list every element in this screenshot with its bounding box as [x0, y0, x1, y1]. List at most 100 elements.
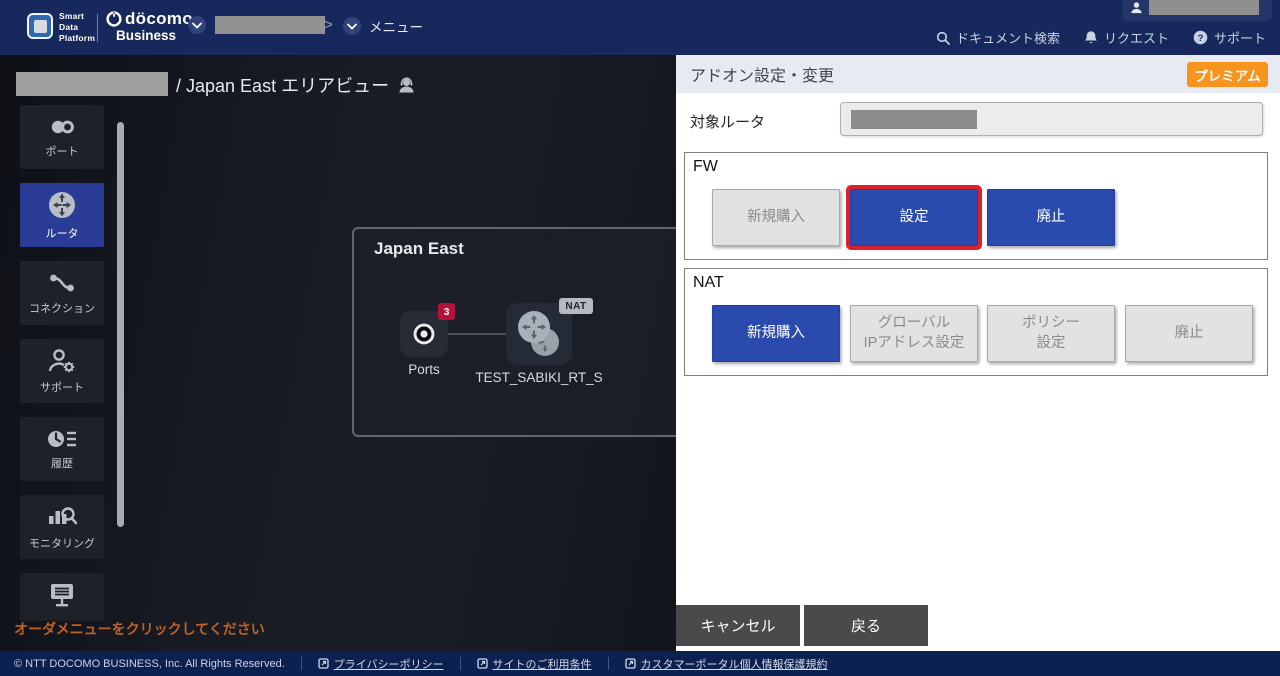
redacted-tenant-name — [215, 16, 325, 34]
nat-new-purchase-button[interactable]: 新規購入 — [712, 305, 840, 362]
view-title-text: / Japan East エリアビュー — [176, 72, 389, 98]
sidebar-item-history[interactable]: 履歴 — [20, 417, 104, 481]
breadcrumb-separator: > — [323, 15, 333, 35]
site-terms-link[interactable]: サイトのご利用条件 — [477, 656, 592, 672]
sidebar-item-ports[interactable]: ポート — [20, 105, 104, 169]
logo-divider — [97, 14, 98, 42]
sidebar-item-label: 履歴 — [51, 455, 73, 471]
business-brand-text: Business — [116, 28, 193, 43]
footer-link-label: プライバシーポリシー — [334, 656, 444, 672]
menu-dropdown[interactable]: メニュー — [343, 16, 423, 36]
request-label: リクエスト — [1104, 28, 1169, 47]
redacted-workspace-name — [16, 72, 168, 96]
external-link-icon — [318, 658, 329, 669]
logo-line2: Data — [59, 22, 95, 33]
premium-badge-button[interactable]: プレミアム — [1187, 62, 1268, 87]
smart-data-platform-logo-text: Smart Data Platform — [59, 11, 95, 44]
fw-new-purchase-button[interactable]: 新規購入 — [712, 189, 840, 246]
user-account-chip[interactable] — [1122, 0, 1272, 21]
nat-abolish-button[interactable]: 廃止 — [1125, 305, 1253, 362]
button-label-line1: ポリシー — [1022, 314, 1080, 334]
button-label: 設定 — [900, 208, 929, 228]
canvas-scrollbar[interactable] — [117, 122, 124, 527]
help-circle-icon: ? — [1193, 30, 1208, 45]
nat-section-label: NAT — [693, 274, 724, 292]
router-glyph-icon — [512, 309, 566, 359]
footer-divider — [301, 657, 302, 670]
operator-headset-icon — [397, 76, 416, 94]
button-label: 新規購入 — [747, 324, 805, 344]
ports-node-label: Ports — [374, 362, 474, 377]
node-connection-line — [448, 333, 514, 335]
top-bar: Smart Data Platform döcomo Business > — [0, 0, 1280, 55]
sidebar-item-label: ルータ — [46, 225, 79, 241]
application-window: Smart Data Platform döcomo Business > — [0, 0, 1280, 676]
fw-section: FW 新規購入 設定 廃止 — [684, 152, 1268, 260]
button-label-line2: IPアドレス設定 — [864, 334, 965, 354]
button-label: 廃止 — [1037, 208, 1066, 228]
panel-title: アドオン設定・変更 — [690, 62, 834, 86]
button-label: 廃止 — [1175, 324, 1204, 344]
customer-portal-privacy-link[interactable]: カスタマーポータル個人情報保護規約 — [625, 656, 828, 672]
tenant-selector[interactable] — [188, 16, 325, 34]
copyright-text: © NTT DOCOMO BUSINESS, Inc. All Rights R… — [14, 658, 285, 670]
sidebar-item-label: サポート — [40, 379, 84, 395]
footer-link-label: サイトのご利用条件 — [493, 656, 592, 672]
search-icon — [936, 31, 950, 45]
connection-icon — [48, 271, 76, 295]
sidebar-item-label: コネクション — [29, 300, 95, 316]
document-search-link[interactable]: ドキュメント検索 — [936, 28, 1060, 47]
sidebar-item-router[interactable]: ルータ — [20, 183, 104, 247]
button-label-line1: グローバル — [878, 314, 950, 334]
privacy-policy-link[interactable]: プライバシーポリシー — [318, 656, 444, 672]
button-label: 新規購入 — [747, 208, 805, 228]
request-link[interactable]: リクエスト — [1084, 28, 1169, 47]
redacted-user-name — [1149, 0, 1259, 15]
history-clock-icon — [47, 428, 77, 450]
user-icon — [1130, 1, 1143, 14]
sidebar-item-support[interactable]: サポート — [20, 339, 104, 403]
ports-count-badge: 3 — [438, 303, 455, 320]
docomo-mark-icon — [106, 11, 122, 27]
nat-badge: NAT — [559, 298, 593, 314]
target-router-label: 対象ルータ — [690, 111, 765, 132]
docomo-brand-text: döcomo — [125, 9, 193, 29]
sidebar-item-connection[interactable]: コネクション — [20, 261, 104, 325]
router-node-label: TEST_SABIKI_RT_S — [464, 370, 614, 385]
nat-section: NAT 新規購入 グローバル IPアドレス設定 ポリシー 設定 廃止 — [684, 268, 1268, 376]
nat-policy-settings-button[interactable]: ポリシー 設定 — [987, 305, 1115, 362]
area-title: Japan East — [374, 239, 464, 259]
fw-section-label: FW — [693, 158, 718, 176]
monitoring-chart-magnifier-icon — [47, 504, 77, 530]
support-person-gear-icon — [47, 348, 77, 374]
page-title: / Japan East エリアビュー — [176, 72, 416, 98]
topology-canvas: / Japan East エリアビュー ポート — [0, 55, 676, 651]
sidebar-item-display[interactable] — [20, 573, 104, 621]
footer-link-label: カスタマーポータル個人情報保護規約 — [641, 656, 828, 672]
japan-east-area-box: Japan East 3 NAT — [352, 227, 676, 437]
logo-line3: Platform — [59, 33, 95, 44]
target-router-input[interactable] — [840, 102, 1263, 136]
addon-settings-panel: アドオン設定・変更 プレミアム 対象ルータ FW 新規購入 設定 廃止 NAT … — [676, 55, 1280, 651]
sidebar-item-monitoring[interactable]: モニタリング — [20, 495, 104, 559]
port-ring-icon — [411, 321, 437, 347]
menu-label: メニュー — [369, 16, 423, 36]
chevron-down-icon — [343, 17, 361, 35]
nat-global-ip-settings-button[interactable]: グローバル IPアドレス設定 — [850, 305, 978, 362]
sidebar-item-label: ポート — [46, 143, 79, 159]
footer: © NTT DOCOMO BUSINESS, Inc. All Rights R… — [0, 651, 1280, 676]
back-button[interactable]: 戻る — [804, 605, 928, 646]
fw-settings-button[interactable]: 設定 — [850, 189, 978, 246]
cancel-button[interactable]: キャンセル — [676, 605, 800, 646]
svg-text:?: ? — [1198, 33, 1204, 44]
support-label: サポート — [1214, 28, 1266, 47]
router-icon — [47, 190, 77, 220]
support-link[interactable]: ? サポート — [1193, 28, 1266, 47]
order-menu-hint: オーダメニューをクリックしてください — [14, 619, 265, 639]
display-board-icon — [47, 581, 77, 609]
chevron-down-icon — [188, 16, 206, 34]
fw-abolish-button[interactable]: 廃止 — [987, 189, 1115, 246]
ports-icon — [47, 116, 77, 138]
redacted-router-name — [851, 110, 977, 129]
button-label-line2: 設定 — [1037, 334, 1066, 354]
